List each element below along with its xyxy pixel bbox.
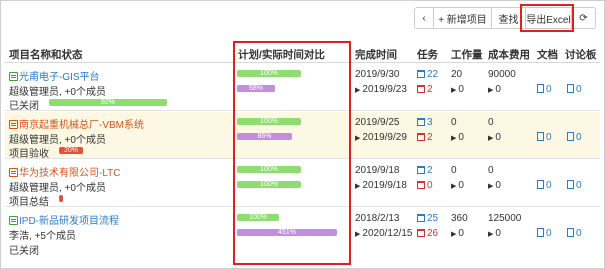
project-status-label: 项目验收 — [9, 149, 49, 160]
discussion-link[interactable]: 0 — [567, 228, 582, 239]
tasks-total[interactable]: 3 — [417, 117, 433, 128]
document-icon — [567, 228, 574, 237]
tasks-total[interactable]: 25 — [417, 213, 438, 224]
docs-link[interactable]: 0 — [537, 180, 552, 191]
cost: 90000 — [488, 69, 516, 80]
workload: 0 — [451, 117, 457, 128]
docs-link[interactable]: 0 — [537, 84, 552, 95]
workload: 20 — [451, 69, 463, 80]
project-progress-bar — [59, 195, 63, 202]
project-members: 李浩, +5个成员 — [9, 231, 76, 242]
plan-date: 2019/9/30 — [355, 69, 400, 80]
tasks-total[interactable]: 2 — [417, 165, 433, 176]
docs-link[interactable]: 0 — [537, 228, 552, 239]
header-docs: 文档 — [537, 49, 558, 61]
plan-date: 2019/9/25 — [355, 117, 400, 128]
document-icon — [537, 228, 544, 237]
refresh-icon: ⟳ — [579, 12, 588, 24]
project-name-link[interactable]: IPD-新品研发项目流程 — [9, 212, 119, 227]
project-icon — [9, 72, 18, 81]
cost-actual: ▶ 0 — [488, 180, 501, 191]
tasks-open[interactable]: 2 — [417, 84, 433, 95]
project-status-label: 已关闭 — [9, 101, 39, 112]
cost-actual: ▶ 0 — [488, 84, 501, 95]
calendar-icon — [417, 229, 425, 237]
calendar-icon — [417, 85, 425, 93]
plan-date: 2018/2/13 — [355, 213, 400, 224]
document-icon — [537, 180, 544, 189]
document-icon — [567, 84, 574, 93]
header-done-time: 完成时间 — [355, 49, 397, 61]
header-cost: 成本费用 — [488, 49, 530, 61]
discussion-link[interactable]: 0 — [567, 180, 582, 191]
document-icon — [567, 132, 574, 141]
discussion-link[interactable]: 0 — [567, 132, 582, 143]
project-members: 超级管理员, +0个成员 — [9, 87, 106, 98]
project-status-label: 已关闭 — [9, 246, 39, 257]
tasks-open[interactable]: 26 — [417, 228, 438, 239]
project-status-label: 项目总结 — [9, 197, 49, 208]
calendar-icon — [417, 133, 425, 141]
workload: 0 — [451, 165, 457, 176]
header-discussion: 讨论板 — [565, 49, 597, 61]
plan-column-highlight-box — [233, 41, 351, 265]
workload-actual: ▶ 0 — [451, 228, 464, 239]
cost: 125000 — [488, 213, 522, 224]
refresh-button[interactable]: ⟳ — [572, 7, 596, 29]
header-workload: 工作量 — [451, 49, 483, 61]
workload-actual: ▶ 0 — [451, 180, 464, 191]
project-members: 超级管理员, +0个成员 — [9, 135, 106, 146]
actual-date: ▶ 2020/12/15 — [355, 228, 413, 239]
cost-actual: ▶ 0 — [488, 228, 501, 239]
actual-date: ▶ 2019/9/29 — [355, 132, 407, 143]
plan-date: 2019/9/18 — [355, 165, 400, 176]
cost-actual: ▶ 0 — [488, 132, 501, 143]
project-progress-bar: 92% — [49, 99, 167, 106]
tasks-open[interactable]: 0 — [417, 180, 433, 191]
export-highlight-box — [520, 4, 574, 32]
calendar-icon — [417, 214, 425, 222]
cost: 0 — [488, 117, 494, 128]
workload-actual: ▶ 0 — [451, 84, 464, 95]
discussion-link[interactable]: 0 — [567, 84, 582, 95]
calendar-icon — [417, 181, 425, 189]
chevron-left-icon: ‹ — [422, 12, 426, 24]
calendar-icon — [417, 118, 425, 126]
project-list-panel: ‹ + 新增项目 查找 导出Excel ⟳ 项目名称和状态 计划/实际时间对比 … — [0, 0, 605, 269]
project-name-link[interactable]: 光甫电子-GIS平台 — [9, 68, 100, 83]
document-icon — [567, 180, 574, 189]
new-project-button[interactable]: + 新增项目 — [434, 7, 492, 29]
header-name: 项目名称和状态 — [9, 49, 83, 61]
project-icon — [9, 120, 18, 129]
actual-date: ▶ 2019/9/23 — [355, 84, 407, 95]
actual-date: ▶ 2019/9/18 — [355, 180, 407, 191]
project-progress-bar: 20% — [59, 147, 83, 154]
project-name-link[interactable]: 华为技术有限公司-LTC — [9, 164, 120, 179]
project-members: 超级管理员, +0个成员 — [9, 183, 106, 194]
tasks-open[interactable]: 2 — [417, 132, 433, 143]
calendar-icon — [417, 70, 425, 78]
calendar-icon — [417, 166, 425, 174]
project-icon — [9, 168, 18, 177]
header-tasks: 任务 — [417, 49, 438, 61]
document-icon — [537, 132, 544, 141]
back-button[interactable]: ‹ — [414, 7, 434, 29]
workload-actual: ▶ 0 — [451, 132, 464, 143]
project-icon — [9, 216, 18, 225]
cost: 0 — [488, 165, 494, 176]
tasks-total[interactable]: 22 — [417, 69, 438, 80]
project-name-link[interactable]: 南京起重机械总厂-VBM系统 — [9, 116, 144, 131]
workload: 360 — [451, 213, 468, 224]
document-icon — [537, 84, 544, 93]
docs-link[interactable]: 0 — [537, 132, 552, 143]
